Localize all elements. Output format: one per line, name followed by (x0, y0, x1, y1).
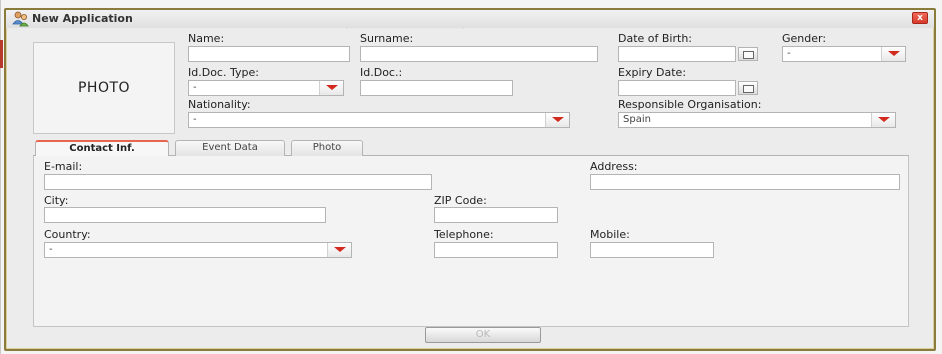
id-doc-type-value: - (193, 82, 197, 93)
name-label: Name: (188, 32, 225, 45)
dialog-title: New Application (32, 12, 133, 25)
chevron-down-icon[interactable] (327, 243, 351, 257)
gender-select[interactable]: - (782, 46, 906, 62)
mobile-label: Mobile: (590, 228, 630, 241)
telephone-input[interactable] (434, 242, 558, 258)
surname-input[interactable] (360, 46, 598, 62)
dialog-titlebar[interactable]: New Application x (6, 10, 934, 28)
responsible-organisation-value: Spain (623, 114, 651, 125)
id-doc-type-select[interactable]: - (188, 80, 344, 96)
address-label: Address: (590, 160, 638, 173)
address-input[interactable] (590, 174, 900, 190)
photo-placeholder[interactable]: PHOTO (33, 42, 175, 134)
country-value: - (49, 244, 53, 255)
chevron-down-icon[interactable] (545, 113, 569, 127)
gender-value: - (787, 48, 791, 59)
chevron-down-icon[interactable] (881, 47, 905, 61)
tab-bar: Contact Inf. Event Data Photo (33, 140, 909, 157)
country-select[interactable]: - (44, 242, 352, 258)
close-icon: x (917, 13, 923, 23)
zip-code-label: ZIP Code: (434, 194, 487, 207)
chevron-down-icon[interactable] (871, 113, 895, 127)
chevron-down-icon[interactable] (319, 81, 343, 95)
date-of-birth-input[interactable] (618, 46, 736, 62)
surname-label: Surname: (360, 32, 414, 45)
zip-code-input[interactable] (434, 207, 558, 223)
close-button[interactable]: x (912, 12, 928, 24)
nationality-label: Nationality: (188, 98, 251, 111)
id-doc-input[interactable] (360, 80, 513, 96)
date-of-birth-calendar-icon[interactable] (738, 47, 758, 61)
nationality-value: - (193, 114, 197, 125)
id-doc-label: Id.Doc.: (360, 66, 403, 79)
nationality-select[interactable]: - (188, 112, 570, 128)
city-label: City: (44, 194, 69, 207)
name-input[interactable] (188, 46, 350, 62)
mobile-input[interactable] (590, 242, 714, 258)
telephone-label: Telephone: (434, 228, 494, 241)
email-input[interactable] (44, 174, 432, 190)
responsible-organisation-select[interactable]: Spain (618, 112, 896, 128)
id-doc-type-label: Id.Doc. Type: (188, 66, 259, 79)
responsible-organisation-label: Responsible Organisation: (618, 98, 762, 111)
tab-contact-inf[interactable]: Contact Inf. (35, 140, 169, 157)
tab-event-data[interactable]: Event Data (175, 140, 285, 156)
country-label: Country: (44, 228, 91, 241)
users-icon (12, 11, 30, 27)
city-input[interactable] (44, 207, 326, 223)
tab-photo[interactable]: Photo (291, 140, 363, 156)
photo-label: PHOTO (77, 80, 131, 96)
new-application-dialog: New Application x PHOTO Name: Surname: D… (4, 8, 936, 351)
ok-button[interactable]: OK (425, 327, 541, 343)
expiry-date-calendar-icon[interactable] (738, 81, 758, 95)
contact-panel: E-mail: Address: City: ZIP Code: Country… (33, 156, 909, 327)
expiry-date-label: Expiry Date: (618, 66, 687, 79)
gender-label: Gender: (782, 32, 827, 45)
date-of-birth-label: Date of Birth: (618, 32, 693, 45)
email-label: E-mail: (44, 160, 83, 173)
expiry-date-input[interactable] (618, 80, 736, 96)
background-edge-marker (0, 40, 3, 68)
